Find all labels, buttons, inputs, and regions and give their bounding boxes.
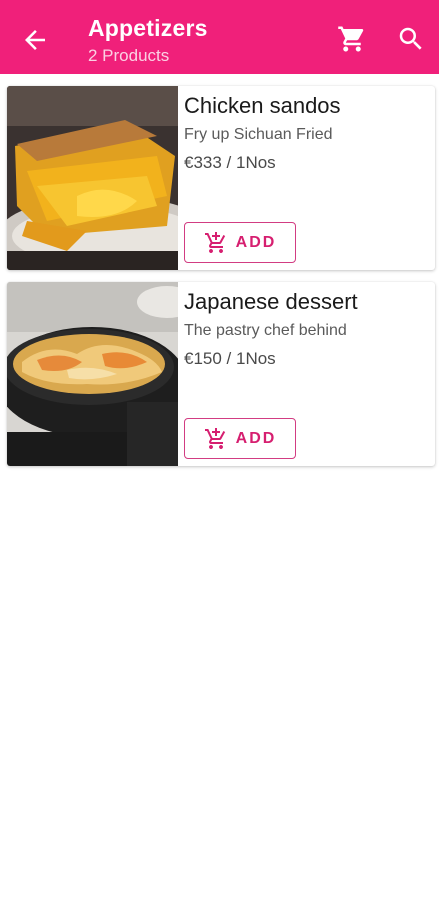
product-price: €333 / 1Nos <box>184 153 276 172</box>
arrow-left-icon[interactable] <box>20 25 50 55</box>
product-card[interactable]: Chicken sandos Fry up Sichuan Fried €333… <box>7 86 435 270</box>
cart-add-icon <box>204 427 228 451</box>
cart-icon[interactable] <box>337 24 367 54</box>
product-price: €150 / 1Nos <box>184 349 276 368</box>
product-image[interactable] <box>7 86 178 270</box>
add-to-cart-button[interactable]: ADD <box>184 418 296 459</box>
product-list: Chicken sandos Fry up Sichuan Fried €333… <box>7 86 435 478</box>
search-icon[interactable] <box>396 24 426 54</box>
product-info: Japanese dessert The pastry chef behind … <box>184 288 429 370</box>
product-name: Chicken sandos <box>184 93 341 118</box>
add-to-cart-button[interactable]: ADD <box>184 222 296 263</box>
title-block: Appetizers 2 Products <box>88 14 208 68</box>
product-image[interactable] <box>7 282 178 466</box>
cart-add-icon <box>204 231 228 255</box>
app-bar: Appetizers 2 Products <box>0 0 439 74</box>
product-card[interactable]: Japanese dessert The pastry chef behind … <box>7 282 435 466</box>
product-name: Japanese dessert <box>184 289 358 314</box>
product-info: Chicken sandos Fry up Sichuan Fried €333… <box>184 92 429 174</box>
add-button-label: ADD <box>235 233 277 251</box>
page-title: Appetizers <box>88 15 208 41</box>
product-count: 2 Products <box>88 46 170 65</box>
add-button-label: ADD <box>235 429 277 447</box>
product-description: The pastry chef behind <box>184 322 347 339</box>
product-description: Fry up Sichuan Fried <box>184 126 333 143</box>
